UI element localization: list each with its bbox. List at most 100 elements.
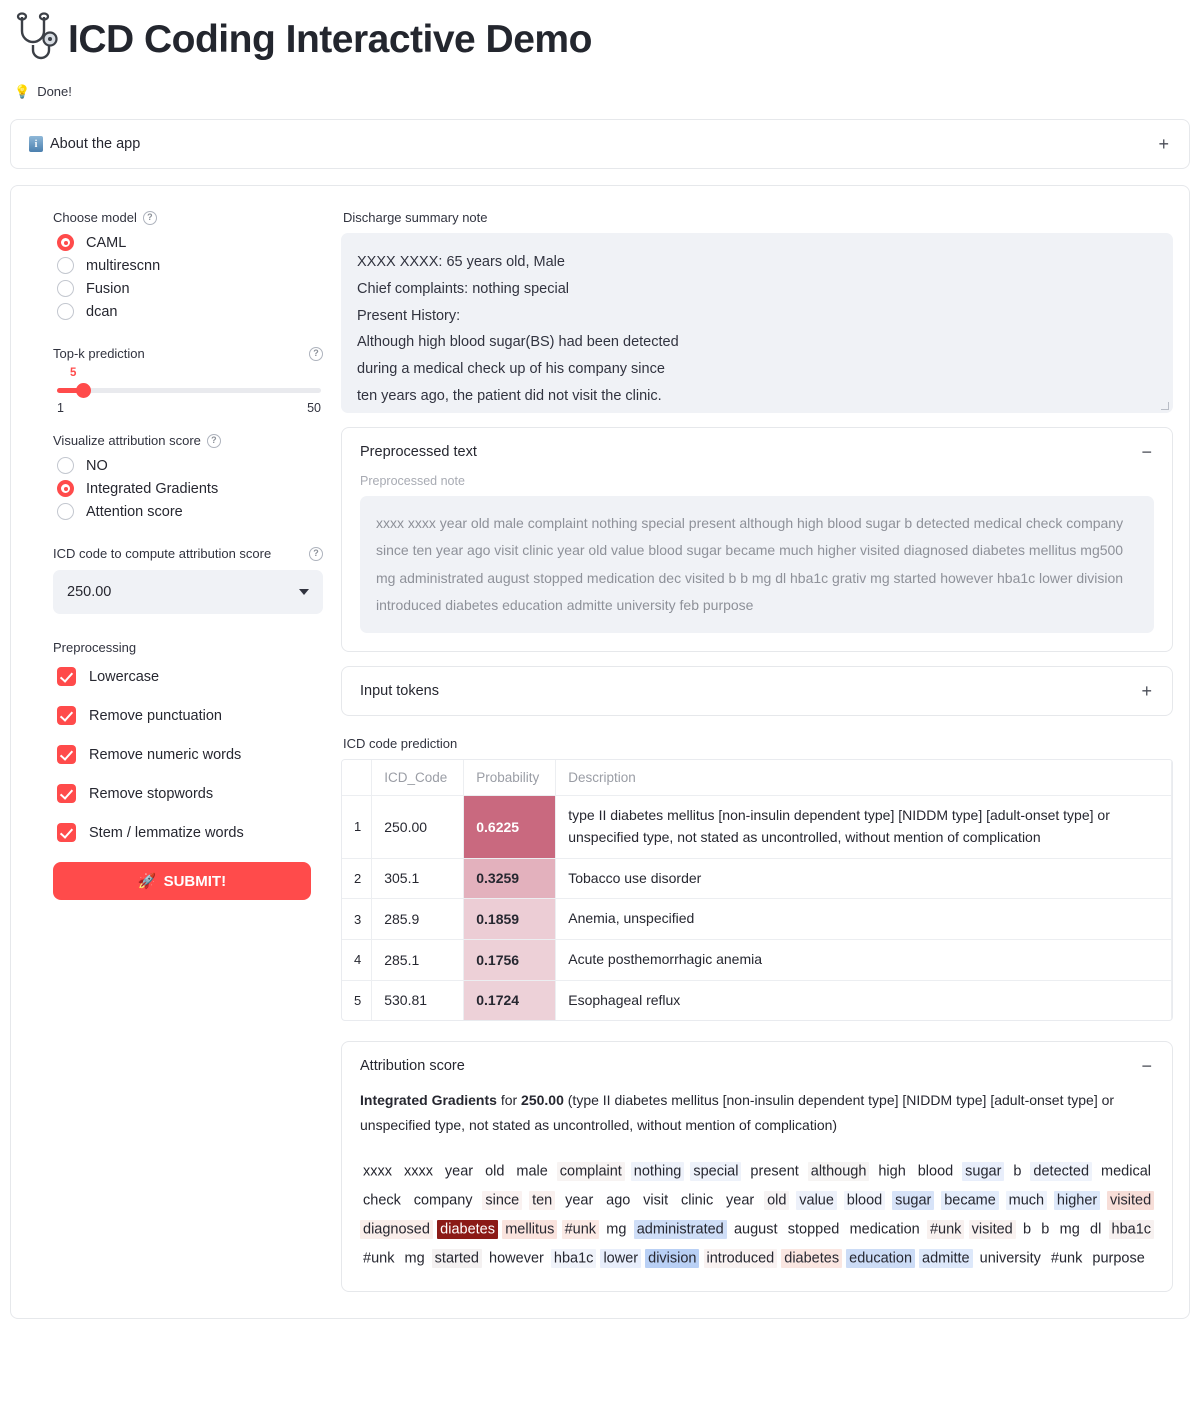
collapse-icon[interactable]: − (1141, 1057, 1154, 1075)
attribution-token: education (846, 1248, 916, 1268)
attribution-token: old (485, 1163, 505, 1180)
radio-label: NO (86, 457, 108, 474)
main-panel: Choose model ? CAML multirescnn Fusion d… (10, 185, 1190, 1320)
attribution-token: blood (917, 1163, 954, 1180)
radio-model-dcan[interactable]: dcan (57, 303, 323, 320)
checkbox-remove-stopwords[interactable]: Remove stopwords (57, 784, 323, 803)
radio-visualize-integrated-gradients[interactable]: Integrated Gradients (57, 480, 323, 497)
radio-visualize-no[interactable]: NO (57, 457, 323, 474)
help-icon[interactable]: ? (206, 433, 221, 448)
lightbulb-icon: 💡 (14, 84, 31, 99)
cell-description: Acute posthemorrhagic anemia (555, 939, 1172, 981)
preprocessed-note-textarea[interactable]: xxxx xxxx year old male complaint nothin… (360, 496, 1154, 634)
slider-thumb[interactable] (76, 383, 91, 398)
checkbox-label: Remove stopwords (89, 785, 214, 802)
cell-description: type II diabetes mellitus [non-insulin d… (555, 795, 1172, 859)
radio-label: Fusion (86, 280, 130, 297)
checkbox-indicator[interactable] (57, 823, 76, 842)
attribution-token: higher (1053, 1190, 1101, 1210)
column-header-probability: Probability (463, 760, 557, 797)
checkbox-label: Remove punctuation (89, 707, 222, 724)
help-icon[interactable]: ? (142, 210, 157, 225)
radio-indicator[interactable] (57, 480, 74, 497)
radio-indicator[interactable] (57, 257, 74, 274)
radio-indicator[interactable] (57, 234, 74, 251)
attribution-token: became (941, 1190, 999, 1210)
attribution-token: administrated (633, 1219, 727, 1239)
discharge-note-text: XXXX XXXX: 65 years old, Male Chief comp… (357, 254, 679, 405)
radio-indicator[interactable] (57, 503, 74, 520)
slider-track[interactable] (57, 388, 321, 393)
slider-range: 1 50 (57, 401, 321, 415)
attribution-token: diabetes (781, 1248, 843, 1268)
radio-indicator[interactable] (57, 280, 74, 297)
discharge-note-textarea[interactable]: XXXX XXXX: 65 years old, Male Chief comp… (341, 233, 1173, 413)
attribution-token: dl (1090, 1221, 1102, 1238)
about-the-app-header[interactable]: i About the app + (11, 120, 1189, 168)
input-tokens-title: Input tokens (360, 683, 439, 700)
attribution-token: #unk (1050, 1250, 1083, 1267)
about-the-app-expander[interactable]: i About the app + (10, 119, 1190, 169)
input-tokens-header[interactable]: Input tokens + (342, 667, 1172, 715)
attribution-token: male (516, 1163, 548, 1180)
radio-indicator[interactable] (57, 303, 74, 320)
row-index: 1 (342, 795, 373, 859)
column-header-icd-code: ICD_Code (371, 760, 465, 797)
attribution-token: ago (606, 1192, 631, 1209)
preprocessed-text-expander[interactable]: Preprocessed text − Preprocessed note xx… (341, 427, 1173, 653)
choose-model-label: Choose model ? (53, 210, 323, 225)
attribution-score-header[interactable]: Attribution score − (342, 1042, 1172, 1088)
attribution-token: sugar (962, 1161, 1005, 1181)
chevron-down-icon[interactable] (299, 589, 309, 595)
about-the-app-label: About the app (50, 136, 141, 152)
preprocessed-text-header[interactable]: Preprocessed text − (342, 428, 1172, 474)
checkbox-indicator[interactable] (57, 667, 76, 686)
expand-icon[interactable]: + (1158, 135, 1171, 153)
checkbox-stem-lemmatize-words[interactable]: Stem / lemmatize words (57, 823, 323, 842)
submit-button[interactable]: 🚀 SUBMIT! (53, 862, 311, 900)
radio-visualize-attention-score[interactable]: Attention score (57, 503, 323, 520)
page-title: ICD Coding Interactive Demo (68, 17, 592, 61)
radio-indicator[interactable] (57, 457, 74, 474)
attribution-token: blood (843, 1190, 886, 1210)
rocket-icon: 🚀 (137, 873, 157, 890)
attribution-token: sugar (892, 1190, 935, 1210)
radio-model-multirescnn[interactable]: multirescnn (57, 257, 323, 274)
table-row: 4 285.1 0.1756 Acute posthemorrhagic ane… (342, 939, 1172, 981)
topk-slider[interactable]: 5 1 50 (57, 367, 321, 419)
help-icon[interactable]: ? (309, 546, 323, 561)
resize-grip-icon[interactable] (1161, 402, 1169, 410)
radio-model-fusion[interactable]: Fusion (57, 280, 323, 297)
attribution-token: xxxx (363, 1163, 392, 1180)
checkbox-indicator[interactable] (57, 745, 76, 764)
column-header-description: Description (555, 760, 1172, 797)
help-icon[interactable]: ? (309, 346, 323, 361)
checkbox-lowercase[interactable]: Lowercase (57, 667, 323, 686)
input-tokens-expander[interactable]: Input tokens + (341, 666, 1173, 717)
attribution-score-body: Integrated Gradients for 250.00 (type II… (342, 1088, 1172, 1291)
attribution-method: Integrated Gradients (360, 1092, 497, 1109)
checkbox-indicator[interactable] (57, 784, 76, 803)
attribution-token: medication (849, 1221, 920, 1238)
attribution-score-expander[interactable]: Attribution score − Integrated Gradients… (341, 1041, 1173, 1293)
cell-description: Anemia, unspecified (555, 898, 1172, 940)
checkbox-remove-punctuation[interactable]: Remove punctuation (57, 706, 323, 725)
icd-code-select[interactable]: 250.00 (53, 570, 323, 614)
radio-model-caml[interactable]: CAML (57, 234, 323, 251)
checkbox-remove-numeric-words[interactable]: Remove numeric words (57, 745, 323, 764)
topk-text: Top-k prediction (53, 346, 145, 361)
attribution-token: stopped (787, 1221, 840, 1238)
attribution-token: special (690, 1161, 742, 1181)
collapse-icon[interactable]: − (1141, 443, 1154, 461)
attribution-token: #unk (561, 1219, 600, 1239)
row-index: 3 (342, 898, 373, 940)
expand-icon[interactable]: + (1141, 682, 1154, 700)
checkbox-indicator[interactable] (57, 706, 76, 725)
cell-probability: 0.1859 (463, 898, 557, 940)
attribution-token: b (1013, 1163, 1022, 1180)
visualize-label: Visualize attribution score ? (53, 433, 323, 448)
slider-max: 50 (307, 401, 321, 415)
results-column: Discharge summary note XXXX XXXX: 65 yea… (335, 204, 1177, 1293)
table-row: 5 530.81 0.1724 Esophageal reflux (342, 980, 1172, 1021)
table-header-row: ICD_Code Probability Description (342, 760, 1172, 797)
